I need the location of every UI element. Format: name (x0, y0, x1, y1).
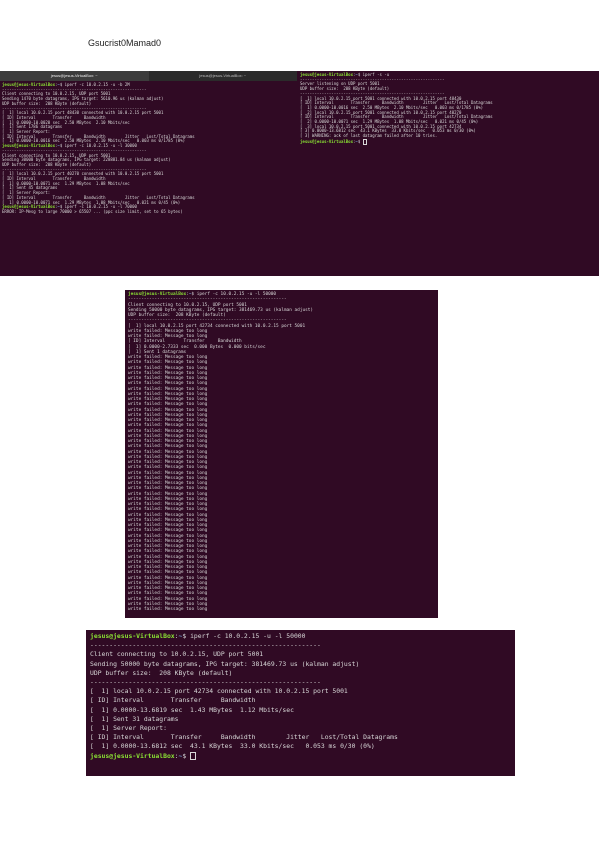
terminal-line: jesus@jesus-VirtualBox:~$ (90, 751, 511, 761)
terminal-output: jesus@jesus-VirtualBox:~$ iperf -c 10.0.… (2, 82, 295, 215)
terminal-text: ----------------------------------------… (90, 678, 321, 687)
terminal-line: [ ID] Interval Transfer Bandwidth (90, 696, 511, 705)
terminal-text: write failed: Message too long (128, 365, 208, 371)
terminal-line: jesus@jesus-VirtualBox:~$ iperf -c 10.0.… (90, 632, 511, 641)
terminal-text: Sending 50000 byte datagrams, IPG target… (128, 307, 314, 313)
terminal-text: write failed: Message too long (128, 601, 208, 607)
terminal-text: [ ID] Interval Transfer Bandwidth (90, 696, 256, 705)
terminal-tab-bar: jesus@jesus-VirtualBox: ~ jesus@jesus-Vi… (0, 71, 297, 81)
prompt-user-host: jesus@jesus-VirtualBox (300, 138, 353, 144)
terminal-text: write failed: Message too long (128, 454, 208, 460)
terminal-cursor (190, 751, 196, 761)
terminal-line: write failed: Message too long (128, 607, 435, 612)
terminal-text: Client connecting to 10.0.2.15, UDP port… (128, 302, 247, 308)
terminal-text: [ 1] local 10.0.2.15 port 42734 connecte… (90, 687, 348, 696)
terminal-text: write failed: Message too long (128, 491, 208, 497)
terminal-line: ERROR: IP-Mesg to large 70000 > 65507 ..… (2, 208, 295, 215)
terminal-line: [ 1] 0.0000-13.6819 sec 1.43 MBytes 1.12… (90, 706, 511, 715)
terminal-text: ERROR: IP-Mesg to large 70000 > 65507 ..… (2, 208, 183, 214)
terminal-text: [ 3] WARNING: ack of last datagram faile… (300, 133, 438, 139)
terminal-text: write failed: Message too long (128, 465, 208, 471)
terminal-text: write failed: Message too long (128, 496, 208, 502)
terminal-text: [ 1] Server Report: (90, 724, 167, 733)
terminal-text: [ ID] Interval Transfer Bandwidth (128, 339, 242, 345)
terminal-text: $ (182, 751, 191, 760)
terminal-text: write failed: Message too long (128, 412, 208, 418)
terminal-text: write failed: Message too long (128, 559, 208, 565)
terminal-text: write failed: Message too long (128, 475, 208, 481)
terminal-text: Sending 50000 byte datagrams, IPG target… (90, 659, 360, 668)
terminal-output: jesus@jesus-VirtualBox:~$ iperf -s -u ---… (300, 72, 596, 145)
terminal-line: ----------------------------------------… (90, 641, 511, 650)
terminal-line: Client connecting to 10.0.2.15, UDP port… (90, 650, 511, 659)
terminal-text: write failed: Message too long (128, 533, 208, 539)
document-title: Gsucrist0Mamad0 (88, 38, 162, 48)
terminal-top-right: jesus@jesus-VirtualBox:~$ iperf -s -u ---… (297, 71, 599, 276)
terminal-text: write failed: Message too long (128, 591, 208, 597)
terminal-line: [ 1] Sent 31 datagrams (90, 715, 511, 724)
terminal-cursor (362, 138, 368, 145)
terminal-text: write failed: Message too long (128, 386, 208, 392)
prompt-user-host: jesus@jesus-VirtualBox (90, 632, 175, 640)
terminal-text: write failed: Message too long (128, 407, 208, 413)
terminal-text: write failed: Message too long (128, 528, 208, 534)
terminal-text: write failed: Message too long (128, 549, 208, 555)
terminal-text: write failed: Message too long (128, 381, 208, 387)
terminal-text: write failed: Message too long (128, 444, 208, 450)
terminal-text: ----------------------------------------… (128, 318, 287, 324)
terminal-text: write failed: Message too long (128, 554, 208, 560)
prompt-user-host: jesus@jesus-VirtualBox (90, 751, 175, 760)
terminal-text: write failed: Message too long (128, 360, 208, 366)
terminal-text: [ 1] 0.0000-13.6812 sec 43.1 KBytes 33.0… (90, 742, 375, 751)
terminal-line: Sending 50000 byte datagrams, IPG target… (90, 660, 511, 669)
terminal-text: write failed: Message too long (128, 512, 208, 518)
terminal-text: write failed: Message too long (128, 328, 208, 334)
terminal-text: $ iperf -c 10.0.2.15 -u -l 50000 (182, 632, 306, 640)
terminal-text: write failed: Message too long (128, 428, 208, 434)
terminal-line: [ 1] 0.0000-13.6812 sec 43.1 KBytes 33.0… (90, 742, 511, 751)
terminal-text: write failed: Message too long (128, 538, 208, 544)
terminal-text: write failed: Message too long (128, 607, 208, 612)
terminal-tab[interactable]: jesus@jesus-VirtualBox: ~ (149, 71, 298, 81)
prompt-user-host: jesus@jesus-VirtualBox (128, 292, 187, 297)
terminal-output: jesus@jesus-VirtualBox:~$ iperf -c 10.0.… (90, 632, 511, 761)
terminal-text: $ iperf -c 10.0.2.15 -u -l 50000 (191, 292, 277, 297)
terminal-text: [ 1] local 10.0.2.15 port 42734 connecte… (128, 323, 306, 329)
terminal-text: ----------------------------------------… (128, 297, 287, 303)
terminal-top-left: jesus@jesus-VirtualBox: ~ jesus@jesus-Vi… (0, 71, 297, 276)
terminal-tab[interactable]: jesus@jesus-VirtualBox: ~ (0, 71, 149, 81)
terminal-text: write failed: Message too long (128, 391, 208, 397)
terminal-line: [ ID] Interval Transfer Bandwidth Jitter… (90, 733, 511, 742)
terminal-middle: jesus@jesus-VirtualBox:~$ iperf -c 10.0.… (125, 290, 438, 618)
terminal-line: UDP buffer size: 208 KByte (default) (90, 669, 511, 678)
terminal-text: ----------------------------------------… (90, 641, 321, 650)
terminal-line: [ 1] Server Report: (90, 724, 511, 733)
terminal-line: ----------------------------------------… (90, 678, 511, 687)
terminal-bottom: jesus@jesus-VirtualBox:~$ iperf -c 10.0.… (86, 630, 515, 776)
terminal-text: write failed: Message too long (128, 402, 208, 408)
terminal-text: Client connecting to 10.0.2.15, UDP port… (90, 650, 264, 659)
terminal-line: [ 1] local 10.0.2.15 port 42734 connecte… (90, 687, 511, 696)
terminal-text: write failed: Message too long (128, 507, 208, 513)
terminal-text: write failed: Message too long (128, 570, 208, 576)
terminal-text: write failed: Message too long (128, 596, 208, 602)
terminal-line: jesus@jesus-VirtualBox:~$ (300, 138, 596, 145)
terminal-output: jesus@jesus-VirtualBox:~$ iperf -c 10.0.… (128, 292, 435, 612)
terminal-text: [ 1] 0.0000-13.6819 sec 1.43 MBytes 1.12… (90, 705, 294, 714)
terminal-text: write failed: Message too long (128, 449, 208, 455)
terminal-text: [ ID] Interval Transfer Bandwidth Jitter… (90, 733, 398, 742)
terminal-text: write failed: Message too long (128, 433, 208, 439)
terminal-text: [ 1] 0.0000-2.7333 sec 0.000 Bytes 0.000… (128, 344, 266, 350)
terminal-text: write failed: Message too long (128, 580, 208, 586)
terminal-text: write failed: Message too long (128, 470, 208, 476)
terminal-text: write failed: Message too long (128, 423, 208, 429)
terminal-text: write failed: Message too long (128, 517, 208, 523)
terminal-text: write failed: Message too long (128, 370, 208, 376)
terminal-text: write failed: Message too long (128, 486, 208, 492)
terminal-text: UDP buffer size: 208 KByte (default) (128, 313, 226, 318)
terminal-text: [ 1] Sent 1 datagrams (128, 349, 187, 355)
terminal-text: write failed: Message too long (128, 575, 208, 581)
terminal-text: UDP buffer size: 208 KByte (default) (90, 668, 233, 677)
terminal-text: [ 1] Sent 31 datagrams (90, 714, 179, 723)
